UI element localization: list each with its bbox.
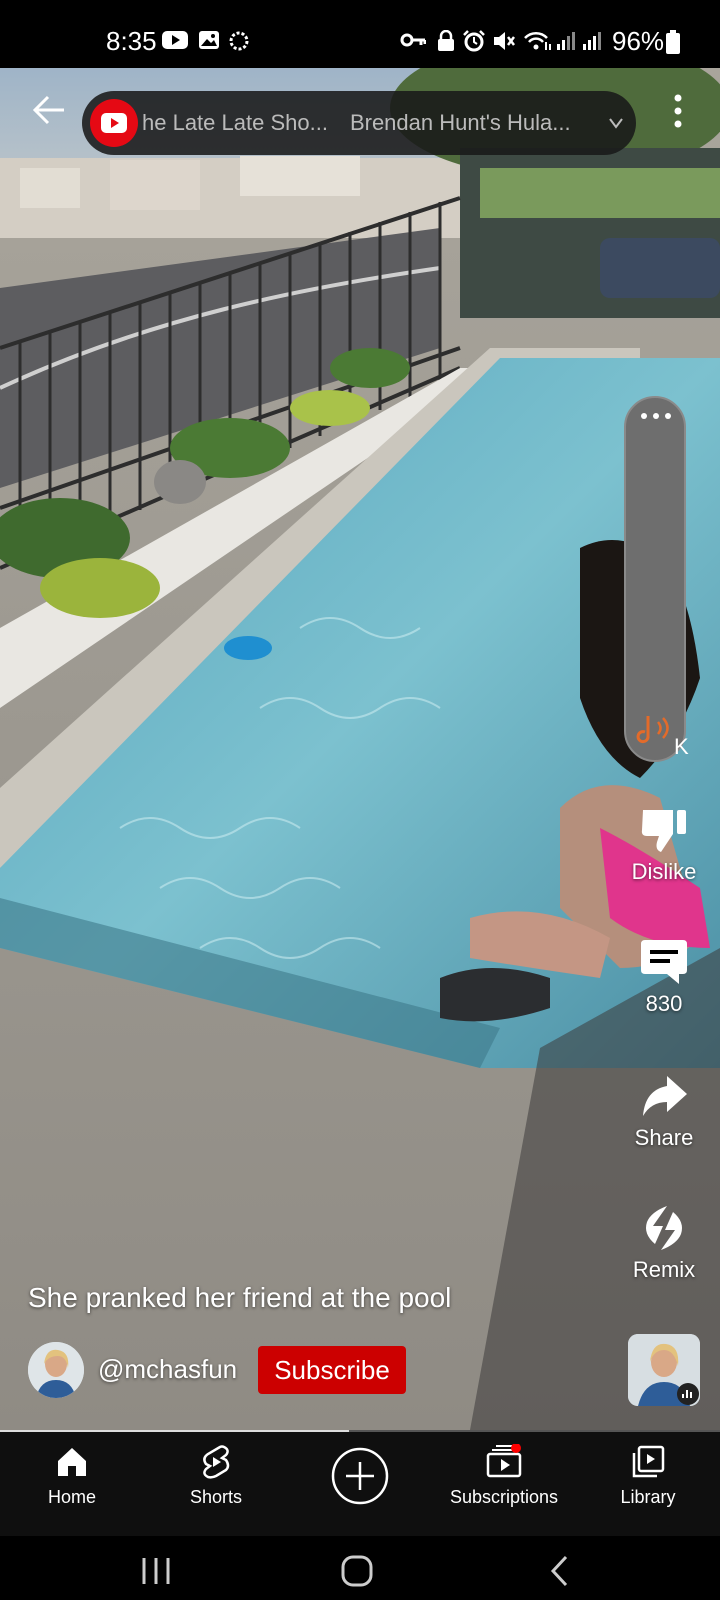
create-icon xyxy=(331,1447,389,1505)
music-note-icon xyxy=(636,716,669,744)
remix-button[interactable]: Remix xyxy=(604,1204,720,1283)
more-horiz-icon[interactable] xyxy=(638,410,674,422)
now-playing-item-2: Brendan Hunt's Hula... xyxy=(349,110,571,135)
comments-button[interactable]: 830 xyxy=(604,938,720,1017)
comments-count: 830 xyxy=(645,991,683,1016)
now-playing-pill[interactable]: he Late Late Sho... Brendan Hunt's Hula..… xyxy=(82,91,636,155)
signal-icon xyxy=(557,32,575,50)
share-button[interactable]: Share xyxy=(604,1072,720,1151)
comment-icon xyxy=(641,940,687,984)
alarm-icon xyxy=(463,30,485,52)
loading-icon xyxy=(229,31,249,51)
remix-icon xyxy=(646,1206,682,1250)
signal-icon-2 xyxy=(583,32,601,50)
more-vert-icon[interactable] xyxy=(664,92,692,132)
nav-library-label: Library xyxy=(620,1487,676,1507)
arrow-left-icon[interactable] xyxy=(28,88,72,132)
home-circle-icon[interactable] xyxy=(340,1554,374,1588)
channel-avatar[interactable] xyxy=(28,1342,84,1398)
nav-shorts[interactable]: Shorts xyxy=(146,1444,286,1508)
back-icon[interactable] xyxy=(548,1554,572,1588)
nav-create[interactable] xyxy=(290,1446,430,1511)
chevron-down-icon[interactable] xyxy=(606,109,626,137)
avatar-image xyxy=(28,1342,84,1398)
wifi-icon xyxy=(524,31,551,50)
recent-apps-icon[interactable] xyxy=(140,1556,174,1586)
status-time: 8:35 xyxy=(106,26,157,56)
library-icon xyxy=(632,1445,665,1478)
thumbs-down-icon xyxy=(641,810,686,852)
like-count: K xyxy=(674,734,689,759)
home-icon xyxy=(58,1448,86,1476)
battery-percent: 96% xyxy=(612,26,665,56)
now-playing-item-1: he Late Late Sho... xyxy=(142,110,328,135)
subscribe-button[interactable]: Subscribe xyxy=(258,1346,406,1394)
now-playing-text: he Late Late Sho... Brendan Hunt's Hula..… xyxy=(142,91,612,155)
battery-icon xyxy=(666,30,680,54)
nav-home[interactable]: Home xyxy=(2,1444,142,1508)
remix-label: Remix xyxy=(632,1257,696,1282)
share-icon xyxy=(643,1076,687,1116)
dislike-label: Dislike xyxy=(631,859,697,884)
youtube-icon xyxy=(101,113,127,133)
youtube-status-icon xyxy=(162,31,188,49)
dislike-button[interactable]: Dislike xyxy=(604,806,720,885)
volume-slider[interactable] xyxy=(624,396,686,762)
nav-home-label: Home xyxy=(47,1487,96,1507)
mute-icon xyxy=(494,32,515,50)
gallery-icon xyxy=(199,31,219,49)
channel-handle[interactable]: @mchasfun xyxy=(98,1354,237,1385)
nav-library[interactable]: Library xyxy=(578,1444,718,1508)
youtube-logo xyxy=(90,99,138,147)
key-icon xyxy=(400,33,426,47)
subscriptions-icon xyxy=(486,1443,522,1478)
lock-icon xyxy=(438,30,454,51)
status-bar: 8:35 96% xyxy=(0,0,720,68)
nav-subscriptions[interactable]: Subscriptions xyxy=(434,1443,574,1508)
nav-shorts-label: Shorts xyxy=(189,1487,243,1507)
bottom-navigation: Home Shorts Subscriptions Library xyxy=(0,1432,720,1536)
nav-subscriptions-label: Subscriptions xyxy=(449,1487,559,1507)
sound-thumbnail[interactable] xyxy=(628,1334,700,1406)
shorts-icon xyxy=(203,1445,230,1479)
sound-thumbnail-image xyxy=(628,1334,700,1406)
system-navigation xyxy=(0,1536,720,1600)
video-title[interactable]: She pranked her friend at the pool xyxy=(28,1282,451,1314)
share-label: Share xyxy=(634,1125,694,1150)
